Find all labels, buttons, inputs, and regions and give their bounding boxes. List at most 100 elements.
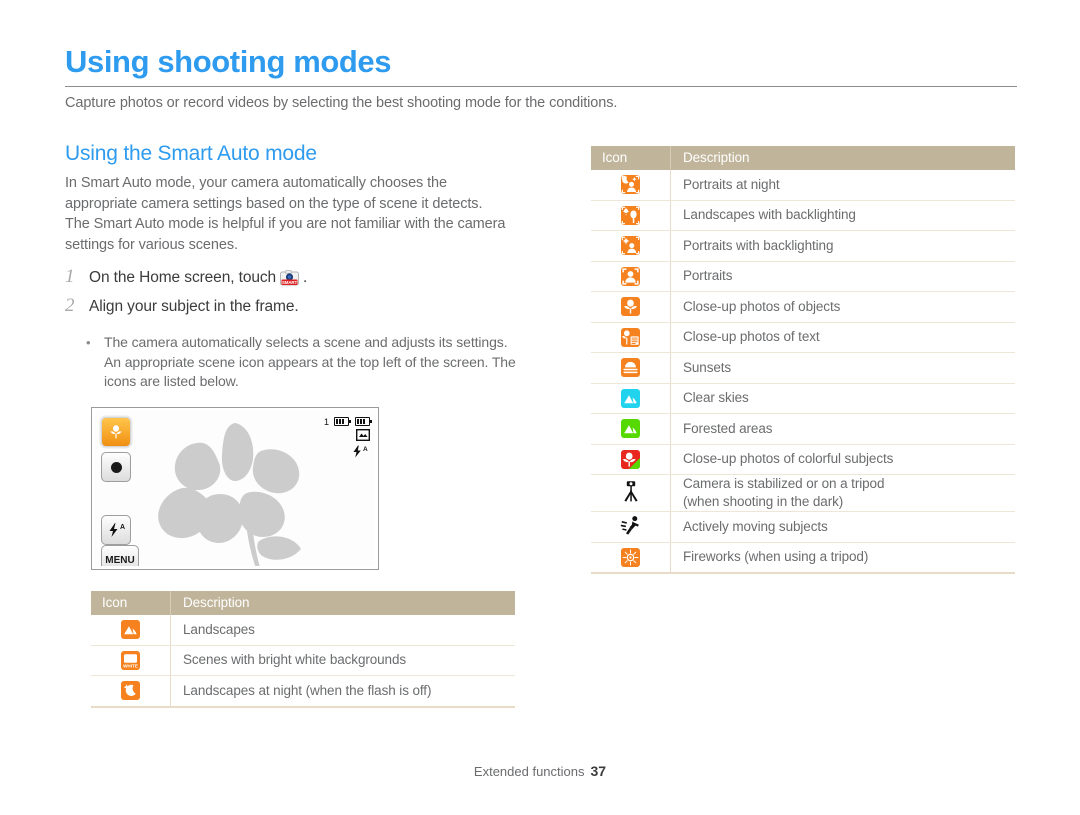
row-description-line1: Scenes with bright white backgrounds bbox=[183, 652, 407, 668]
macro-text-icon bbox=[591, 322, 671, 353]
table-row: Portraits with backlighting bbox=[591, 230, 1015, 262]
bullet-text: The camera automatically selects a scene… bbox=[104, 334, 516, 389]
macro-flower-icon bbox=[110, 425, 122, 439]
step-number: 2 bbox=[65, 295, 75, 316]
row-description: Camera is stabilized or on a tripod (when… bbox=[670, 474, 1015, 512]
title-block: Using shooting modes bbox=[65, 45, 1017, 87]
flash-button[interactable]: A bbox=[101, 515, 131, 545]
table-row: Sunsets bbox=[591, 352, 1015, 384]
bullet-note: • The camera automatically selects a sce… bbox=[86, 333, 526, 392]
footer-page-number: 37 bbox=[590, 763, 607, 779]
sunset-icon bbox=[591, 352, 671, 384]
footer-label: Extended functions bbox=[473, 764, 585, 779]
step-text-before: On the Home screen, touch bbox=[89, 269, 277, 286]
table-body-right: Portraits at night Landscapes with backli… bbox=[591, 170, 1015, 574]
menu-button[interactable]: MENU bbox=[101, 545, 139, 566]
row-description: Close-up photos of text bbox=[670, 322, 1015, 353]
svg-text:A: A bbox=[363, 446, 368, 453]
row-description: Clear skies bbox=[670, 383, 1015, 414]
step-item: 1 On the Home screen, touch SMART . bbox=[65, 266, 535, 288]
row-description: Portraits with backlighting bbox=[670, 230, 1015, 262]
row-description: Portraits at night bbox=[670, 170, 1015, 201]
battery-icon bbox=[355, 417, 372, 426]
step-item: 2 Align your subject in the frame. bbox=[65, 295, 535, 317]
record-button[interactable] bbox=[101, 452, 131, 482]
table-body-left: Landscapes WHITE Scenes with bright white … bbox=[91, 615, 515, 708]
night-portrait-icon bbox=[591, 170, 671, 201]
flower-subject-illustration bbox=[158, 423, 301, 566]
status-row-size bbox=[324, 428, 371, 445]
steps-list: 1 On the Home screen, touch SMART . 2 Al… bbox=[65, 266, 535, 324]
night-landscape-icon bbox=[91, 675, 171, 708]
forest-icon bbox=[591, 413, 671, 445]
table-row: Close-up photos of text bbox=[591, 322, 1015, 353]
row-description: Portraits bbox=[670, 261, 1015, 292]
column-header-description: Description bbox=[670, 146, 1015, 170]
table-header: Icon Description bbox=[91, 591, 515, 615]
column-header-icon: Icon bbox=[591, 146, 671, 170]
row-description-line2: (when shooting in the dark) bbox=[683, 494, 844, 509]
fireworks-icon bbox=[591, 542, 671, 574]
shot-counter: 1 bbox=[323, 417, 329, 427]
row-description-line1: Clear skies bbox=[683, 390, 749, 406]
shooting-mode-button[interactable] bbox=[101, 417, 131, 447]
smart-auto-badge-icon: SMART bbox=[279, 269, 300, 287]
table-row: Camera is stabilized or on a tripod (when… bbox=[591, 474, 1015, 512]
document-page: Using shooting modes Capture photos or r… bbox=[0, 0, 1080, 815]
svg-text:SMART: SMART bbox=[282, 280, 298, 285]
backlight-landscape-icon bbox=[591, 200, 671, 231]
row-description-line1: Fireworks (when using a tripod) bbox=[683, 549, 869, 565]
table-row: Forested areas bbox=[591, 413, 1015, 445]
page-footer: Extended functions 37 bbox=[0, 763, 1080, 779]
step-text: On the Home screen, touch SMART . bbox=[89, 269, 307, 287]
table-row: Portraits bbox=[591, 261, 1015, 292]
column-header-description: Description bbox=[170, 591, 515, 615]
table-row: Landscapes at night (when the flash is o… bbox=[91, 675, 515, 708]
table-header: Icon Description bbox=[591, 146, 1015, 170]
clear-sky-icon bbox=[591, 383, 671, 414]
table-row: Fireworks (when using a tripod) bbox=[591, 542, 1015, 574]
landscape-icon bbox=[91, 615, 171, 646]
row-description-line1: Close-up photos of text bbox=[683, 329, 820, 345]
status-row-top: 1 bbox=[323, 415, 372, 429]
portrait-icon bbox=[591, 261, 671, 292]
table-row: Landscapes with backlighting bbox=[591, 200, 1015, 231]
row-description-line1: Close-up photos of objects bbox=[683, 298, 841, 314]
row-description-line1: Portraits with backlighting bbox=[683, 237, 834, 253]
table-row: Portraits at night bbox=[591, 170, 1015, 201]
section-title: Using the Smart Auto mode bbox=[65, 142, 317, 165]
backlight-portrait-icon bbox=[591, 230, 671, 262]
table-row: Close-up photos of colorful subjects bbox=[591, 444, 1015, 475]
row-description: Fireworks (when using a tripod) bbox=[670, 542, 1015, 574]
row-description: Scenes with bright white backgrounds bbox=[170, 645, 515, 676]
row-description-line1: Landscapes bbox=[183, 621, 255, 637]
row-description: Sunsets bbox=[670, 352, 1015, 384]
row-description: Landscapes at night (when the flash is o… bbox=[170, 675, 515, 708]
camera-preview-inner: A MENU 1 A bbox=[95, 411, 375, 566]
camera-preview-illustration: A MENU 1 A bbox=[91, 407, 379, 570]
table-header-row: Icon Description bbox=[591, 146, 1015, 170]
step-number: 1 bbox=[65, 266, 75, 287]
row-description-line1: Landscapes at night (when the flash is o… bbox=[183, 682, 432, 698]
action-icon bbox=[591, 511, 671, 543]
title-divider bbox=[65, 85, 1017, 87]
row-description-line1: Portraits bbox=[683, 268, 733, 284]
row-description-line1: Close-up photos of colorful subjects bbox=[683, 451, 894, 467]
row-description-line1: Sunsets bbox=[683, 359, 732, 375]
row-description: Close-up photos of objects bbox=[670, 291, 1015, 323]
table-row: Close-up photos of objects bbox=[591, 291, 1015, 323]
status-row-flash: A bbox=[324, 445, 370, 462]
memory-card-icon bbox=[334, 417, 352, 426]
camera-status-bar: 1 A bbox=[323, 415, 372, 462]
table-row: Clear skies bbox=[591, 383, 1015, 414]
step-text-after: . bbox=[303, 269, 308, 286]
table-row: Actively moving subjects bbox=[591, 511, 1015, 543]
scene-icon-table-right: Icon Description Portraits at night Lands… bbox=[591, 146, 1015, 574]
intro-text: Capture photos or record videos by selec… bbox=[65, 95, 618, 111]
menu-button-label: MENU bbox=[105, 554, 135, 566]
white-background-icon: WHITE bbox=[91, 645, 171, 676]
scene-icon-table-left: Icon Description Landscapes WHITE Scenes w… bbox=[91, 591, 515, 708]
svg-text:WHITE: WHITE bbox=[123, 663, 138, 668]
flash-auto-icon: A bbox=[353, 445, 368, 458]
macro-color-icon bbox=[591, 444, 671, 475]
